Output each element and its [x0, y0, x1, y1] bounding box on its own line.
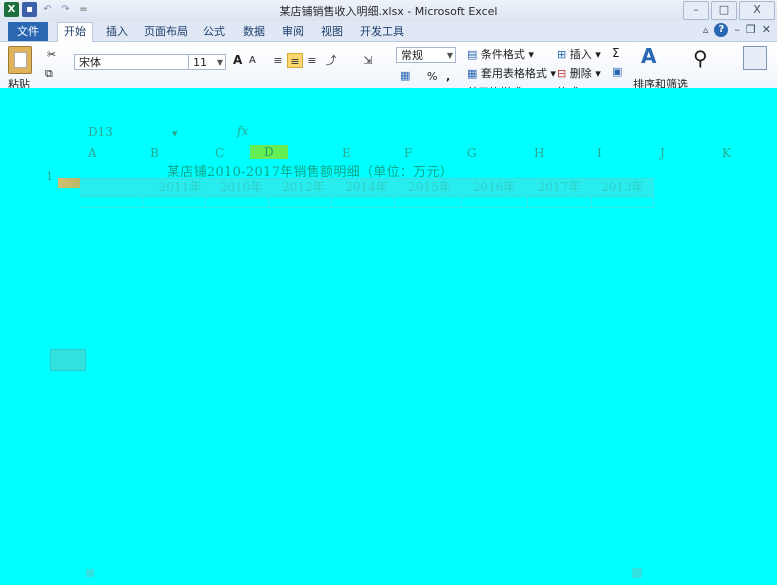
font-size-value: 11 — [193, 56, 207, 69]
binoculars-icon[interactable]: ⚲ — [693, 46, 708, 70]
percent-button[interactable]: % — [427, 70, 437, 83]
align-bottom-button[interactable]: ≡ — [304, 53, 320, 68]
column-header-k[interactable]: K — [722, 146, 731, 160]
year-header-row: 2011年 2010年 2012年 2014年 2015年 2016年 2017… — [80, 178, 654, 197]
column-header-f[interactable]: F — [404, 146, 412, 160]
doc-restore-icon[interactable]: ❐ — [746, 23, 756, 37]
column-header-h[interactable]: H — [534, 146, 544, 160]
number-format-value: 常规 — [401, 49, 423, 62]
tab-page-layout[interactable]: 页面布局 — [138, 23, 194, 40]
tab-insert[interactable]: 插入 — [100, 23, 134, 40]
column-header-j[interactable]: J — [660, 146, 665, 160]
shrink-font-button[interactable]: A — [249, 55, 256, 66]
paste-icon[interactable] — [8, 46, 32, 74]
selected-cell-marker[interactable] — [50, 349, 86, 371]
scroll-marker-left — [86, 569, 94, 577]
fill-icon[interactable]: ▣ — [612, 65, 622, 78]
tab-file[interactable]: 文件 — [8, 22, 48, 41]
doc-minimize-icon[interactable]: – — [734, 23, 740, 37]
doc-close-icon[interactable]: ✕ — [762, 23, 771, 37]
tab-developer[interactable]: 开发工具 — [354, 23, 410, 40]
number-format-select[interactable]: 常规 ▼ — [396, 47, 456, 63]
tab-view[interactable]: 视图 — [315, 23, 349, 40]
sort-az-icon[interactable]: A — [641, 44, 656, 68]
column-header-d[interactable]: D — [250, 145, 288, 159]
window-controls: – □ X — [683, 1, 775, 20]
close-button[interactable]: X — [739, 1, 775, 20]
worksheet-area[interactable]: D13 ▾ fx A B C D E F G H I J K 1 某店铺2010… — [0, 88, 777, 585]
title-bar: X ▪ ↶ ↷ = 某店铺销售收入明细.xlsx - Microsoft Exc… — [0, 0, 777, 22]
scroll-marker-right — [632, 568, 642, 578]
font-size-select[interactable]: 11 ▼ — [188, 54, 226, 70]
align-top-button[interactable]: ≡ — [270, 53, 286, 68]
wrap-text-button[interactable]: ⇲ — [360, 53, 376, 68]
header-cell[interactable]: 2011年 — [150, 179, 210, 196]
ribbon-home: 粘贴 ✂ ⧉ 宋体 ▼ 11 ▼ A A ≡ ≡ ≡ ⤴ ⇲ 常规 ▼ ▦ % … — [0, 42, 777, 94]
table-format-button[interactable]: ▦ 套用表格格式 ▾ — [467, 65, 556, 81]
table-format-label: 套用表格格式 — [480, 67, 547, 80]
delete-cells-label: 删除 — [569, 67, 592, 80]
copy-icon[interactable]: ⧉ — [45, 67, 53, 81]
name-box[interactable]: D13 — [88, 125, 113, 139]
header-cell[interactable]: 2013年 — [591, 179, 654, 196]
header-cell[interactable]: 2016年 — [461, 179, 527, 196]
column-header-g[interactable]: G — [467, 146, 477, 160]
conditional-format-icon: ▤ — [467, 48, 478, 61]
fx-icon[interactable]: fx — [237, 124, 248, 138]
insert-cells-label: 插入 — [569, 48, 592, 61]
tab-row-icons: ▵ ? – ❐ ✕ — [703, 23, 771, 37]
cut-icon[interactable]: ✂ — [47, 48, 56, 61]
help-icon[interactable]: ? — [714, 23, 729, 37]
window-title: 某店铺销售收入明细.xlsx - Microsoft Excel — [279, 5, 498, 18]
tab-home[interactable]: 开始 — [57, 22, 93, 42]
delete-cells-icon: ⊟ — [557, 67, 567, 80]
conditional-format-label: 条件格式 — [480, 48, 525, 61]
header-cell[interactable]: 2015年 — [398, 179, 461, 196]
header-cell[interactable]: 2017年 — [527, 179, 591, 196]
column-header-a[interactable]: A — [88, 146, 97, 160]
header-cell[interactable]: 2012年 — [272, 179, 335, 196]
align-middle-button[interactable]: ≡ — [287, 53, 303, 68]
font-name-select[interactable]: 宋体 ▼ — [74, 54, 203, 70]
column-header-i[interactable]: I — [597, 146, 602, 160]
formula-bar-dropdown[interactable]: ▾ — [172, 127, 178, 140]
header-cell[interactable]: 2014年 — [335, 179, 398, 196]
maximize-button[interactable]: □ — [711, 1, 737, 20]
font-name-value: 宋体 — [79, 56, 101, 69]
chevron-down-icon: ▼ — [446, 51, 453, 60]
tab-data[interactable]: 数据 — [237, 23, 271, 40]
insert-cells-icon: ⊞ — [557, 48, 567, 61]
tab-review[interactable]: 审阅 — [276, 23, 310, 40]
table-format-icon: ▦ — [467, 67, 478, 80]
table-icon[interactable] — [743, 46, 767, 70]
autosum-button[interactable]: Σ — [612, 46, 620, 60]
data-row[interactable] — [80, 196, 654, 208]
tab-formulas[interactable]: 公式 — [197, 23, 231, 40]
minimize-button[interactable]: – — [683, 1, 709, 20]
ribbon-tabs: 文件 开始 插入 页面布局 公式 数据 审阅 视图 开发工具 ▵ ? – ❐ ✕ — [0, 21, 777, 42]
column-header-c[interactable]: C — [215, 146, 224, 160]
orientation-button[interactable]: ⤴ — [323, 53, 339, 68]
header-cell[interactable]: 2010年 — [210, 179, 272, 196]
currency-icon[interactable]: ▦ — [400, 69, 410, 82]
conditional-format-button[interactable]: ▤ 条件格式 ▾ — [467, 46, 534, 62]
chevron-down-icon: ▼ — [216, 58, 223, 67]
comma-button[interactable]: , — [446, 70, 450, 83]
grow-font-button[interactable]: A — [233, 53, 242, 67]
column-header-e[interactable]: E — [342, 146, 351, 160]
insert-cells-button[interactable]: ⊞ 插入 ▾ — [557, 46, 601, 62]
delete-cells-button[interactable]: ⊟ 删除 ▾ — [557, 65, 601, 81]
ribbon-collapse-icon[interactable]: ▵ — [703, 23, 709, 37]
row-header-1[interactable]: 1 — [46, 170, 53, 183]
column-header-b[interactable]: B — [150, 146, 159, 160]
